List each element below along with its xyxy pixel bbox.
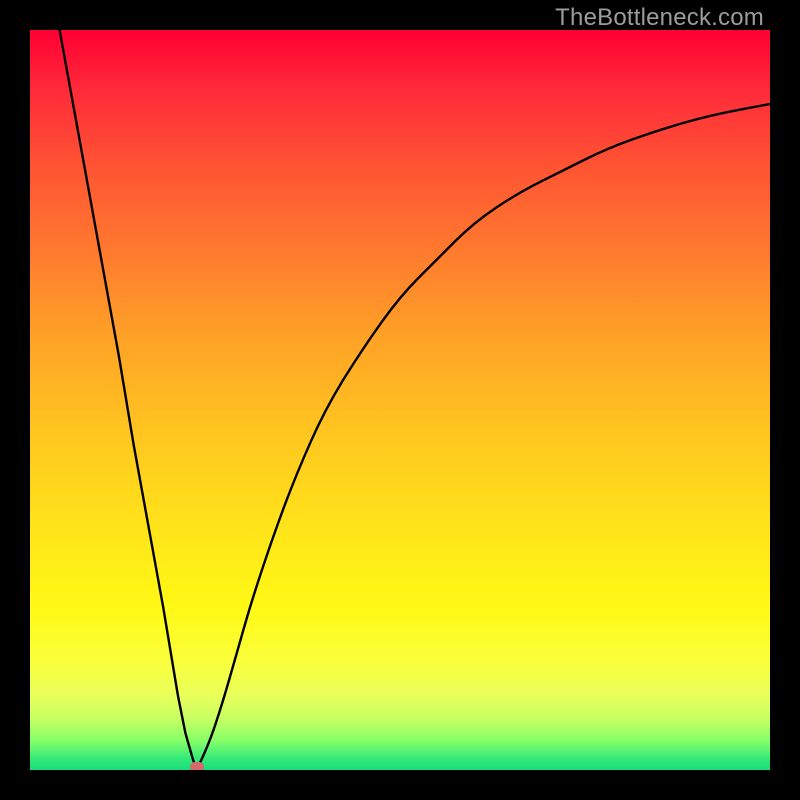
optimum-marker — [190, 762, 204, 770]
watermark-text: TheBottleneck.com — [555, 4, 764, 32]
curve-path — [60, 30, 770, 770]
plot-area — [30, 30, 770, 770]
chart-frame: TheBottleneck.com — [0, 0, 800, 800]
bottleneck-curve — [30, 30, 770, 770]
